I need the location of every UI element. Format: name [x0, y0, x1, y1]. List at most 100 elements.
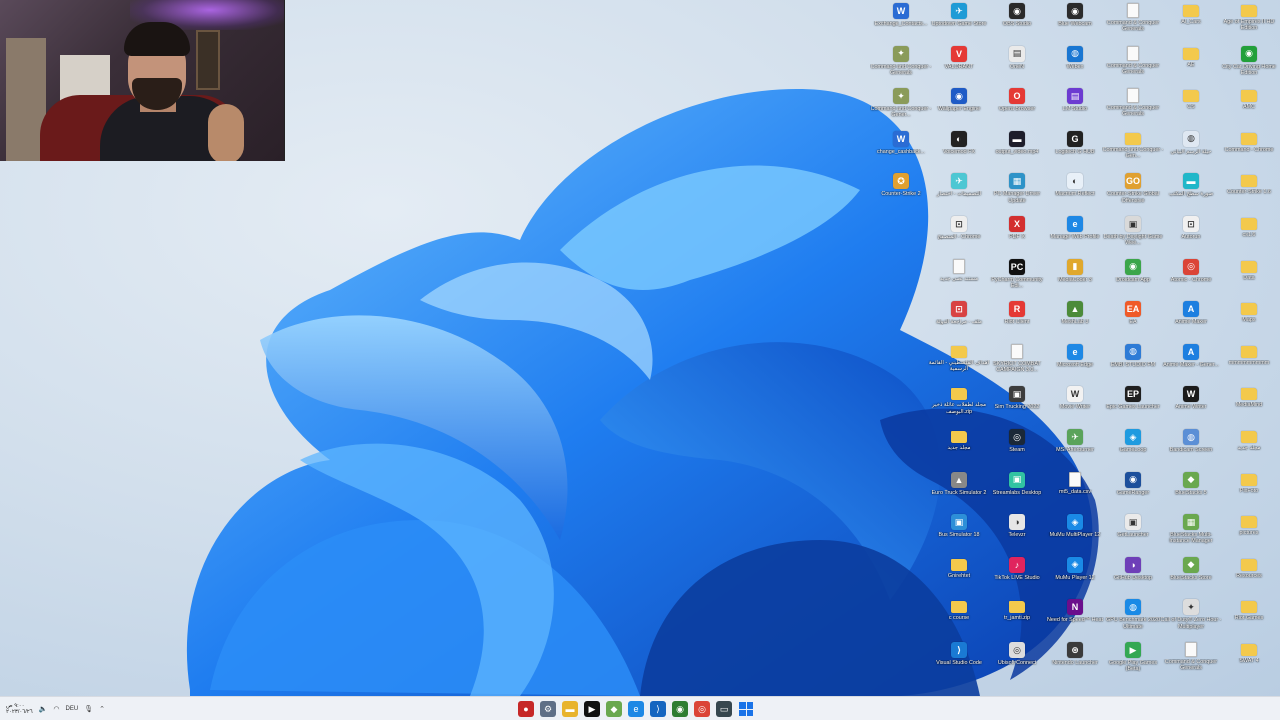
desktop-icon[interactable]: ◈ MuMu MultiPlayer 12 [1046, 514, 1104, 556]
desktop-icon[interactable]: R Riot Client [988, 301, 1046, 343]
desktop-icon[interactable]: ◈ MuMu Player 12 [1046, 556, 1104, 599]
desktop-icon[interactable]: ◍ GPU Benchmark 2020 Ultimate [1104, 599, 1162, 641]
desktop-icon[interactable]: ▶ Google Play Games (Beta) [1104, 642, 1162, 684]
desktop-icon[interactable]: SKYRIOT COMBAT CAMPAIGN 3.0... [988, 343, 1046, 386]
desktop-icon[interactable]: ▲ Euro Truck Simulator 2 [930, 471, 988, 514]
chrome-icon[interactable]: ◎ [694, 701, 710, 717]
start-button[interactable] [738, 701, 754, 717]
desktop-icon[interactable]: ✦ Command and Conquer - Generals [871, 45, 931, 88]
desktop-icon[interactable]: Wchange_cashback... [872, 130, 930, 173]
desktop-icon[interactable]: ◉ Droidcam App [1104, 258, 1162, 301]
desktop-icon[interactable]: cs1.6 [1220, 216, 1278, 258]
desktop-icon[interactable]: ◐ Macrium Reflect [1046, 173, 1104, 215]
desktop-icon[interactable]: Command & Conquer Generals [1104, 88, 1162, 130]
desktop-icon[interactable]: mt5_data.csv [1046, 471, 1104, 514]
desktop-icon[interactable]: MediaMind [1220, 386, 1278, 428]
vscode-icon[interactable]: ⟩ [650, 701, 666, 717]
desktop-icon[interactable]: ⊡ Autorun [1162, 216, 1220, 258]
desktop-icon[interactable]: pictures [1220, 514, 1278, 556]
desktop-icon[interactable]: EA EA [1104, 301, 1162, 343]
desktop-icon[interactable]: ◎ Ubisoft Connect [988, 642, 1046, 684]
desktop-icon[interactable]: ✈ Uptodown Game Store [930, 3, 988, 45]
desktop-icon[interactable]: AI_Cars [1162, 3, 1220, 45]
desktop-icon[interactable]: ▲ MeshLab 3 [1046, 301, 1104, 343]
desktop-icon[interactable]: CS [1162, 88, 1220, 130]
desktop-icon[interactable]: W Exchange_Contacts... [872, 3, 930, 45]
media-player-icon[interactable]: ▶ [584, 701, 600, 717]
desktop-icon[interactable]: c course [930, 599, 988, 641]
bluestacks-icon[interactable]: ◆ [606, 701, 622, 717]
desktop-icon[interactable]: W Movie Writer [1046, 386, 1104, 428]
desktop-icon[interactable]: tr_jamti.zip [988, 599, 1046, 641]
desktop-icon[interactable]: Command & Conquer Generals [1104, 3, 1162, 45]
desktop-icon[interactable]: ▣ Death by Daylight Game Wee... [1104, 216, 1162, 258]
desktop-icon[interactable]: ▤ LM Studio [1046, 88, 1104, 130]
desktop-icon[interactable]: Maps [1220, 301, 1278, 343]
desktop-icon[interactable]: ✈ التصميمات - اختصار [930, 173, 988, 215]
desktop-icon[interactable]: Command & Conquer Generals [1162, 642, 1220, 684]
desktop-icon[interactable]: A Anime Maker - Gener... [1162, 343, 1220, 386]
desktop-icon[interactable]: ✦ Command and Conquer - Gener... [871, 88, 931, 130]
desktop-icon[interactable]: ▣ Bus Simulator 18 [930, 514, 988, 556]
desktop-icon[interactable]: ✪ Counter-Strike 2 [872, 173, 930, 215]
desktop-icon[interactable]: ◍ Webex [1046, 45, 1104, 88]
desktop-icon[interactable]: Resources [1220, 557, 1278, 599]
edge-icon[interactable]: e [628, 701, 644, 717]
desktop-icon[interactable]: Command - Chrome [1220, 131, 1278, 173]
desktop-icon[interactable]: ◆ BlueStacks Store [1162, 556, 1220, 599]
settings-icon[interactable]: ⚙ [540, 701, 556, 717]
desktop-icon[interactable]: ◑ GitHub Desktop [1104, 556, 1162, 599]
desktop-icon[interactable]: ◉ Blue Webcam [1046, 3, 1104, 45]
desktop-icon[interactable]: ◉ OBS Studio [988, 3, 1046, 45]
desktop-icon[interactable]: ▦ BlueStacks Multi-Instance Manager [1162, 514, 1220, 556]
task-view-icon[interactable]: ▭ [716, 701, 732, 717]
desktop-icon[interactable]: SWAT 4 [1220, 642, 1278, 684]
record-icon[interactable]: ● [518, 701, 534, 717]
desktop-icon[interactable]: مجلد جديد [930, 429, 988, 471]
desktop-icon[interactable]: AE [1162, 46, 1220, 88]
file-explorer-icon[interactable]: ▬ [562, 701, 578, 717]
wifi-icon[interactable]: ◠ [53, 705, 59, 713]
desktop-icon[interactable]: ◈ GameLoop [1104, 429, 1162, 471]
desktop-icon[interactable]: ▣ Sim Trucking 2022 [988, 386, 1046, 428]
desktop-icon[interactable]: مجلد جديد [1220, 429, 1278, 471]
desktop-icon[interactable]: ✦ Call of Duty® Zero Hour - Multiplayer [1161, 599, 1221, 641]
desktop-icon[interactable]: ✈ MSI Afterburner [1046, 429, 1104, 471]
desktop-icon[interactable]: ⊡ ملف - مراجعة الدولة [930, 301, 988, 343]
desktop-icon[interactable]: ▬ output_video.mp4 [988, 130, 1046, 173]
desktop-icon[interactable]: ▣ GetLauncher [1104, 514, 1162, 556]
desktop-icon[interactable]: Command and Conquer - Gen... [1103, 131, 1163, 173]
desktop-icon[interactable]: e Manage Web Profile [1046, 216, 1104, 258]
desktop-icon[interactable]: GO Counter-Strike Global Offensive [1104, 173, 1162, 215]
volume-icon[interactable]: 🔈 [39, 705, 48, 713]
desktop-icon[interactable]: ◎ Steam [988, 429, 1046, 471]
desktop-icon[interactable]: Riot Games [1220, 599, 1278, 641]
desktop-icon[interactable]: PixFoto [1220, 472, 1278, 514]
desktop-icon[interactable]: e Microsoft Edge [1046, 343, 1104, 386]
desktop-icon[interactable]: X PDF X [988, 216, 1046, 258]
clock[interactable]: ٩:٠٠ ص ٢٠٢٣/٠٦/٢٦ [6, 703, 33, 715]
desktop-icon[interactable]: O Opera Browser [988, 88, 1046, 130]
desktop-icon[interactable]: ◉ GameRanger [1104, 471, 1162, 514]
desktop-icon[interactable]: ◍ EMBI STUDIO FM [1104, 343, 1162, 386]
desktop-icon[interactable]: ♪ TikTok LIVE Studio [988, 556, 1046, 599]
desktop-icon[interactable]: اهداف الفلسطيني - القائمة الرسمية [929, 344, 989, 386]
desktop-icon[interactable]: مجلد لطفلات عائلة ذخير البوصف.zip [930, 386, 988, 428]
desktop-icon[interactable]: Command & Conquer Generals [1104, 45, 1162, 88]
desktop-icon[interactable]: ▬ صورة سطح المكتب [1162, 173, 1220, 215]
desktop-icon[interactable]: ▮ MediaCoder 3 [1046, 258, 1104, 301]
desktop-icon[interactable]: ⟩ Visual Studio Code [930, 642, 988, 684]
desktop-icon[interactable]: ◎ Atomic - Chrome [1162, 258, 1220, 301]
desktop-icon[interactable]: PC PyCharm Community Edi... [988, 258, 1046, 301]
desktop-icon[interactable]: ◍ حيلة الرسم البياني [1162, 130, 1220, 173]
desktop-icon[interactable]: ◑ Televzr [988, 514, 1046, 556]
desktop-icon[interactable]: G Logitech G HUB [1046, 130, 1104, 173]
desktop-icon[interactable]: Age of Empires II HD Edition [1220, 3, 1278, 45]
desktop-icon[interactable]: ◆ BlueStacks 5 [1162, 471, 1220, 514]
microphone-icon[interactable]: 🎙 [84, 705, 93, 713]
desktop-icon[interactable]: ◉ City Car Driving Home Edition [1220, 45, 1278, 88]
desktop-icon[interactable]: ▦ PC Manager Driver Update [988, 173, 1046, 215]
desktop-icon[interactable]: ◐ Voicemod FX [930, 130, 988, 173]
language-indicator[interactable]: DEU [66, 706, 79, 712]
desktop-icon[interactable]: mmmmmmmmm [1220, 344, 1278, 386]
